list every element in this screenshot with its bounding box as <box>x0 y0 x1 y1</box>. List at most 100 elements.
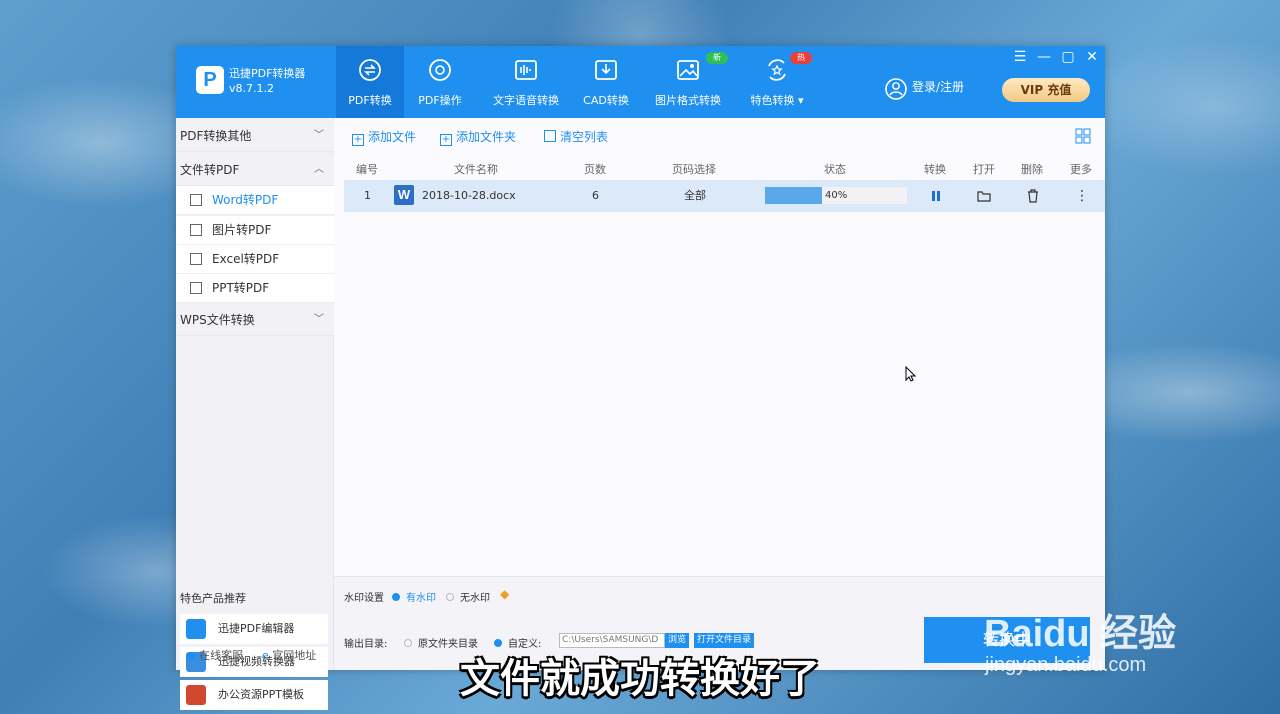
pdf-convert-icon <box>359 59 381 81</box>
image-icon <box>677 60 699 80</box>
progress-bar: 40% <box>765 187 907 204</box>
app-window: P 迅捷PDF转换器 v8.7.1.2 PDF转换 PDF操作 文字语音转换 C… <box>176 46 1105 710</box>
app-logo: P <box>196 66 224 94</box>
table-row[interactable]: 1 W 2018-10-28.docx 6 全部 40% ⋮ <box>344 180 1105 212</box>
row-pages: 6 <box>592 189 599 202</box>
header-delete: 删除 <box>1021 163 1043 176</box>
app-version: v8.7.1.2 <box>229 82 274 95</box>
header-index: 编号 <box>356 163 378 176</box>
sidebar-item-image-to-pdf[interactable]: 图片转PDF <box>176 216 334 245</box>
sidebar-group-label: 文件转PDF <box>180 163 240 177</box>
open-folder-icon[interactable] <box>977 189 991 203</box>
document-icon <box>190 194 202 206</box>
cad-icon <box>595 60 617 80</box>
tab-pdf-convert[interactable]: PDF转换 <box>336 46 404 118</box>
audio-wave-icon <box>515 60 537 80</box>
baidu-watermark-logo: Baidu 经验 <box>984 613 1177 655</box>
watermark-off-radio[interactable]: 无水印 <box>446 589 490 604</box>
sidebar-item-word-to-pdf[interactable]: Word转PDF <box>176 186 334 215</box>
tab-cad[interactable]: CAD转换 <box>576 46 636 118</box>
tab-label: 图片格式转换 <box>655 94 721 107</box>
progress-fill <box>765 187 822 204</box>
radio-label: 无水印 <box>460 593 490 604</box>
vip-diamond-icon: ◆ <box>500 587 510 601</box>
header-open: 打开 <box>973 163 995 176</box>
row-page-select[interactable]: 全部 <box>684 180 706 212</box>
add-file-icon: + <box>352 134 364 146</box>
radio-dot <box>392 593 400 601</box>
radio-label: 有水印 <box>406 593 436 604</box>
tab-label: 文字语音转换 <box>493 94 559 107</box>
header-filename: 文件名称 <box>454 163 498 176</box>
row-filename: 2018-10-28.docx <box>422 189 516 202</box>
tab-pdf-operate[interactable]: PDF操作 <box>408 46 472 118</box>
pdf-operate-icon <box>429 59 451 81</box>
header-status: 状态 <box>824 163 846 176</box>
new-badge: 新 <box>706 52 728 64</box>
clear-list-button[interactable]: 清空列表 <box>544 128 608 145</box>
clear-list-label: 清空列表 <box>560 130 609 144</box>
progress-label: 40% <box>825 190 848 201</box>
row-index: 1 <box>364 189 371 202</box>
add-folder-button[interactable]: + 添加文件夹 <box>440 128 516 146</box>
baidu-watermark-url: jingyan.baidu.com <box>985 654 1147 676</box>
more-icon[interactable]: ⋮ <box>1075 180 1089 212</box>
sidebar: PDF转换其他 ﹀ 文件转PDF ︿ Word转PDF 图片转PDF Excel… <box>176 118 334 710</box>
maximize-icon[interactable]: ▢ <box>1059 48 1077 66</box>
sidebar-item-label: Word转PDF <box>212 193 279 207</box>
user-icon <box>885 78 907 100</box>
sidebar-group-label: PDF转换其他 <box>180 129 252 143</box>
delete-icon[interactable] <box>1026 189 1040 203</box>
pdf-editor-icon <box>186 619 206 639</box>
sidebar-item-label: 图片转PDF <box>212 223 272 237</box>
sidebar-group-label: WPS文件转换 <box>180 313 255 327</box>
app-name: 迅捷PDF转换器 <box>229 67 306 80</box>
sidebar-item-ppt-to-pdf[interactable]: PPT转PDF <box>176 274 334 303</box>
main-panel: + 添加文件 + 添加文件夹 清空列表 编号 文件名称 页数 页码选择 状态 转换 … <box>334 118 1105 670</box>
tab-label: PDF操作 <box>418 94 462 107</box>
add-folder-label: 添加文件夹 <box>456 130 517 144</box>
vip-recharge-button[interactable]: VIP 充值 <box>1002 78 1090 102</box>
trash-icon <box>544 130 556 142</box>
sidebar-group-wps[interactable]: WPS文件转换 ﹀ <box>176 304 334 336</box>
add-folder-icon: + <box>440 134 452 146</box>
header-pages: 页数 <box>584 163 606 176</box>
sidebar-item-excel-to-pdf[interactable]: Excel转PDF <box>176 245 334 274</box>
login-link[interactable]: 登录/注册 <box>912 78 964 95</box>
watermark-label: 水印设置 <box>344 593 384 604</box>
grid-view-icon[interactable] <box>1075 128 1091 144</box>
sidebar-item-label: Excel转PDF <box>212 252 280 266</box>
minimize-icon[interactable]: — <box>1035 48 1053 66</box>
radio-dot <box>446 593 454 601</box>
pause-icon[interactable] <box>929 189 943 203</box>
excel-icon <box>190 253 202 265</box>
tab-label: 特色转换 ▾ <box>750 94 804 107</box>
recommend-pdf-editor[interactable]: 迅捷PDF编辑器 <box>180 614 328 644</box>
chevron-down-icon: ﹀ <box>314 314 324 325</box>
header-more: 更多 <box>1070 163 1092 176</box>
watermark-on-radio[interactable]: 有水印 <box>392 589 436 604</box>
word-file-icon: W <box>394 185 414 205</box>
tab-label: PDF转换 <box>348 94 392 107</box>
tab-label: CAD转换 <box>583 94 629 107</box>
feature-icon <box>768 59 786 81</box>
sidebar-item-label: PPT转PDF <box>212 281 270 295</box>
app-header: P 迅捷PDF转换器 v8.7.1.2 PDF转换 PDF操作 文字语音转换 C… <box>176 46 1105 118</box>
add-file-label: 添加文件 <box>368 130 417 144</box>
header-convert: 转换 <box>924 163 946 176</box>
header-page-select: 页码选择 <box>672 163 716 176</box>
add-file-button[interactable]: + 添加文件 <box>352 128 416 146</box>
chevron-down-icon: ﹀ <box>314 130 324 141</box>
image-icon <box>190 224 202 236</box>
close-icon[interactable]: ✕ <box>1083 48 1101 66</box>
mouse-cursor-icon <box>905 366 917 382</box>
ppt-icon <box>190 282 202 294</box>
recommend-title: 特色产品推荐 <box>180 592 246 605</box>
tab-text-speech[interactable]: 文字语音转换 <box>484 46 568 118</box>
recommend-label: 迅捷PDF编辑器 <box>218 622 295 635</box>
hot-badge: 热 <box>790 52 812 64</box>
menu-icon[interactable]: ☰ <box>1011 48 1029 66</box>
chevron-up-icon: ︿ <box>314 164 324 175</box>
sidebar-group-pdf-other[interactable]: PDF转换其他 ﹀ <box>176 120 334 152</box>
sidebar-group-file-to-pdf[interactable]: 文件转PDF ︿ <box>176 154 334 186</box>
